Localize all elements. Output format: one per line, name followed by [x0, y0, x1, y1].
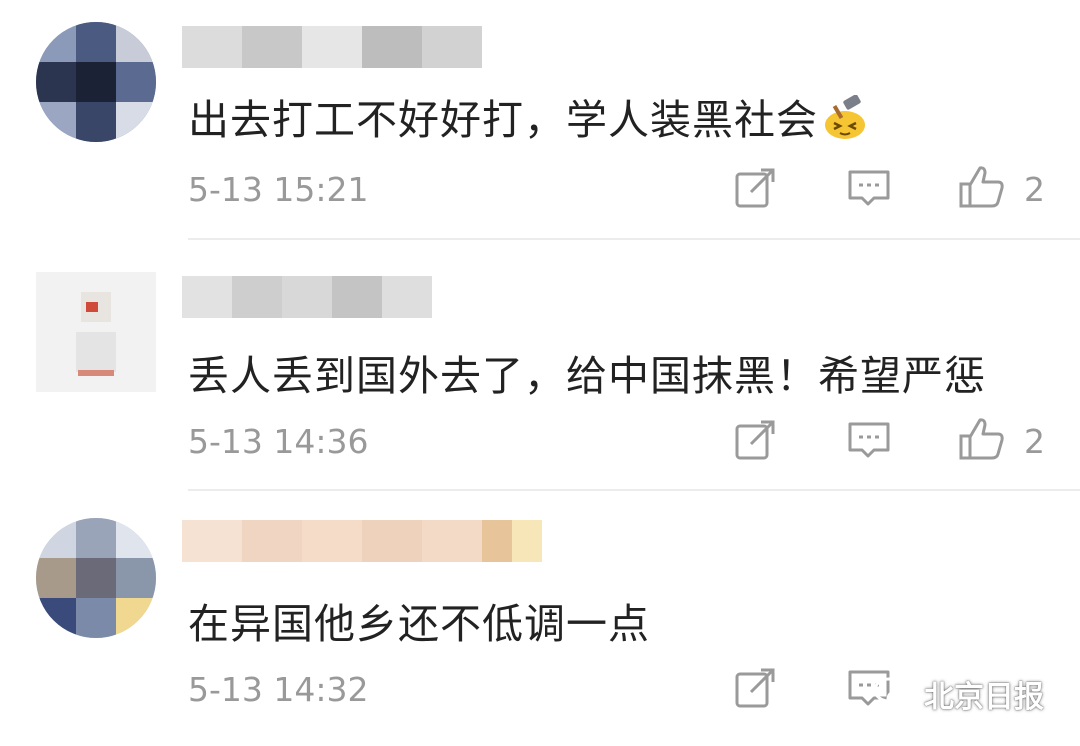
comment-divider [188, 238, 1080, 240]
reply-button[interactable] [846, 166, 892, 212]
username-blurred[interactable] [182, 26, 482, 68]
share-icon [735, 168, 775, 208]
share-button[interactable] [733, 418, 779, 464]
comment-icon [848, 422, 890, 458]
like-count: 2 [1024, 422, 1045, 461]
thumbs-up-icon [959, 166, 1004, 208]
comment-item: 出去打工不好好打，学人装黑社会 5-13 15:21 2 [0, 0, 1080, 246]
comment-text: 出去打工不好好打，学人装黑社会 [188, 86, 870, 151]
reply-button[interactable] [846, 418, 892, 464]
comment-text: 丢人丢到国外去了，给中国抹黑！希望严惩 [188, 352, 986, 400]
like-button[interactable] [958, 416, 1004, 462]
wechat-icon [873, 677, 914, 710]
share-icon [735, 420, 775, 460]
comment-time: 5-13 15:21 [188, 170, 369, 209]
avatar[interactable] [36, 22, 156, 142]
avatar[interactable] [36, 518, 156, 638]
avatar[interactable] [36, 272, 156, 392]
share-button[interactable] [733, 166, 779, 212]
hammer-face-emoji [820, 94, 870, 151]
comment-time: 5-13 14:32 [188, 670, 369, 709]
comment-time: 5-13 14:36 [188, 422, 369, 461]
comment-icon [848, 170, 890, 206]
like-count: 2 [1024, 170, 1045, 209]
share-button[interactable] [733, 666, 779, 712]
comment-divider [188, 489, 1080, 491]
watermark-text: 北京日报 [924, 680, 1044, 715]
comment-item: 丢人丢到国外去了，给中国抹黑！希望严惩 5-13 14:36 2 [0, 250, 1080, 496]
username-blurred[interactable] [182, 276, 432, 318]
share-icon [735, 668, 775, 708]
watermark: 北京日报 [872, 670, 1044, 718]
like-button[interactable] [958, 164, 1004, 210]
thumbs-up-icon [959, 418, 1004, 460]
username-blurred[interactable] [182, 520, 542, 562]
comment-text: 在异国他乡还不低调一点 [188, 600, 650, 648]
